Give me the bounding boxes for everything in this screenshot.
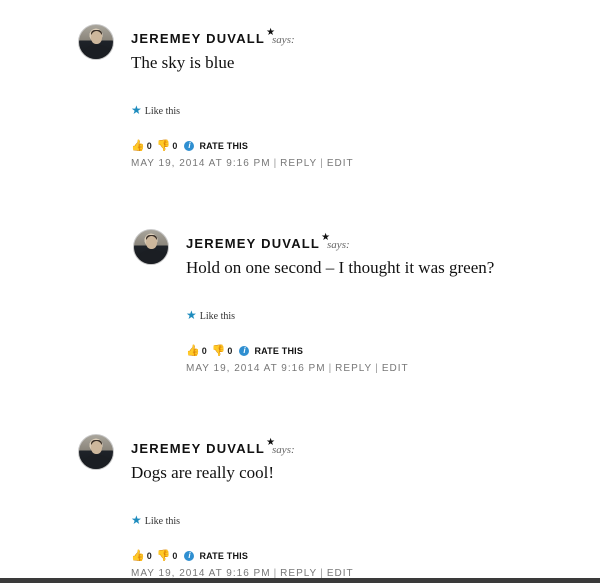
avatar-body	[139, 250, 165, 264]
rating-bar: 👍 0 👎 0 i RATE THIS	[131, 139, 248, 152]
separator: |	[320, 158, 324, 169]
author-star-icon: ★	[266, 437, 276, 448]
separator: |	[375, 363, 379, 374]
comment-meta: MAY 19, 2014 AT 9:16 PM | REPLY | EDIT	[131, 158, 354, 169]
avatar-body	[84, 45, 110, 59]
info-icon[interactable]: i	[184, 550, 195, 561]
rate-this-link[interactable]: RATE THIS	[254, 346, 303, 356]
separator: |	[273, 158, 278, 169]
down-count: 0	[172, 550, 178, 561]
separator: |	[328, 363, 333, 374]
comment-text: Hold on one second – I thought it was gr…	[186, 258, 495, 277]
star-icon: ★	[131, 513, 142, 527]
comment-meta: MAY 19, 2014 AT 9:16 PM | REPLY | EDIT	[186, 363, 409, 374]
comment-text: Dogs are really cool!	[131, 463, 275, 482]
thumbs-up-icon[interactable]: 👍	[186, 344, 200, 357]
comment-author[interactable]: JEREMEY DUVALL	[131, 31, 265, 46]
down-count: 0	[227, 345, 233, 356]
like-button[interactable]: ★ Like this	[131, 103, 180, 118]
like-button[interactable]: ★ Like this	[186, 308, 235, 323]
window-bottom-edge	[0, 578, 600, 583]
rating-bar: 👍 0 👎 0 i RATE THIS	[131, 549, 248, 562]
comment-text: The sky is blue	[131, 53, 235, 72]
says-label: says:	[272, 444, 295, 456]
comment-1: JEREMEY DUVALL★says: The sky is blue ★ Li…	[78, 24, 578, 184]
comment-author[interactable]: JEREMEY DUVALL	[131, 441, 265, 456]
rate-this-link[interactable]: RATE THIS	[199, 551, 248, 561]
info-icon[interactable]: i	[184, 140, 195, 151]
down-count: 0	[172, 140, 178, 151]
author-star-icon: ★	[321, 232, 331, 243]
avatar[interactable]	[78, 434, 114, 470]
author-star-icon: ★	[266, 27, 276, 38]
reply-link[interactable]: REPLY	[280, 158, 317, 169]
comment-2: JEREMEY DUVALL★says: Hold on one second …	[133, 229, 593, 389]
comment-date-link[interactable]: MAY 19, 2014 AT 9:16 PM	[186, 363, 326, 374]
avatar-head	[91, 31, 102, 44]
author-line: JEREMEY DUVALL★says:	[186, 232, 350, 253]
info-icon[interactable]: i	[239, 345, 250, 356]
avatar-body	[84, 455, 110, 469]
thumbs-down-icon[interactable]: 👎	[157, 139, 171, 152]
says-label: says:	[327, 239, 350, 251]
like-label: Like this	[144, 106, 181, 117]
edit-link[interactable]: EDIT	[382, 363, 409, 374]
like-label: Like this	[144, 516, 181, 527]
edit-link[interactable]: EDIT	[327, 158, 354, 169]
like-label: Like this	[199, 311, 236, 322]
star-icon: ★	[131, 103, 142, 117]
like-button[interactable]: ★ Like this	[131, 513, 180, 528]
star-icon: ★	[186, 308, 197, 322]
thumbs-up-icon[interactable]: 👍	[131, 549, 145, 562]
avatar-head	[146, 236, 157, 249]
avatar-head	[91, 441, 102, 454]
author-line: JEREMEY DUVALL★says:	[131, 27, 295, 48]
reply-link[interactable]: REPLY	[335, 363, 372, 374]
comment-author[interactable]: JEREMEY DUVALL	[186, 236, 320, 251]
up-count: 0	[146, 140, 152, 151]
thumbs-up-icon[interactable]: 👍	[131, 139, 145, 152]
avatar[interactable]	[78, 24, 114, 60]
thumbs-down-icon[interactable]: 👎	[157, 549, 171, 562]
rating-bar: 👍 0 👎 0 i RATE THIS	[186, 344, 303, 357]
comment-date-link[interactable]: MAY 19, 2014 AT 9:16 PM	[131, 158, 271, 169]
rate-this-link[interactable]: RATE THIS	[199, 141, 248, 151]
author-line: JEREMEY DUVALL★says:	[131, 437, 295, 458]
comment-3: JEREMEY DUVALL★says: Dogs are really coo…	[78, 434, 578, 583]
says-label: says:	[272, 34, 295, 46]
avatar[interactable]	[133, 229, 169, 265]
thumbs-down-icon[interactable]: 👎	[212, 344, 226, 357]
up-count: 0	[201, 345, 207, 356]
up-count: 0	[146, 550, 152, 561]
